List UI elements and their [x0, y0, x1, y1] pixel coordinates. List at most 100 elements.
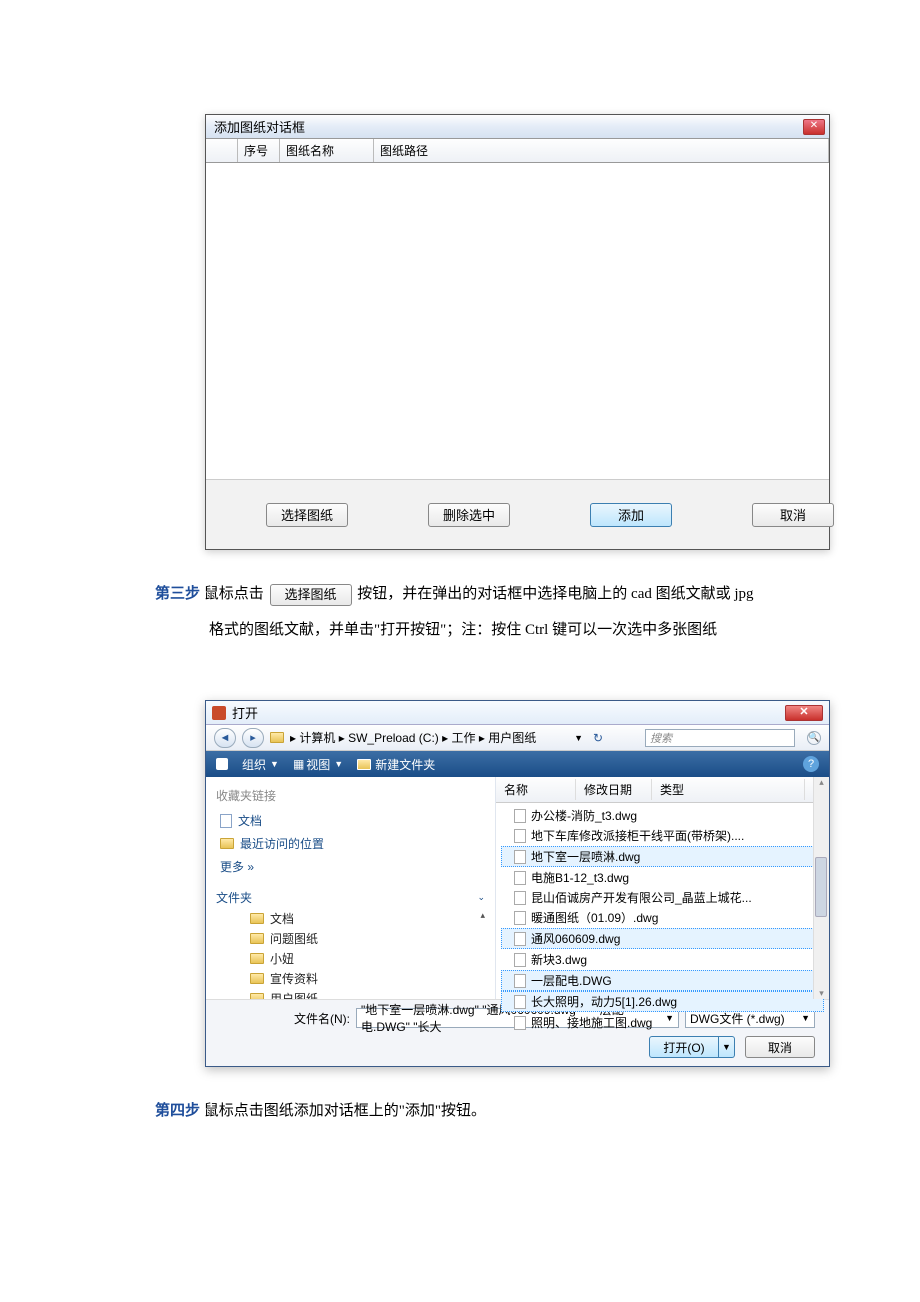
file-item[interactable]: 办公楼-消防_t3.dwg [502, 806, 823, 825]
file-list-pane: 名称 修改日期 类型 » 办公楼-消防_t3.dwg地下车库修改派接柜干线平面(… [496, 777, 829, 999]
open-button[interactable]: 打开(O) [649, 1036, 719, 1058]
inline-select-drawing-button[interactable]: 选择图纸 [270, 584, 352, 606]
file-icon [514, 953, 526, 967]
chevron-down-icon[interactable]: ▼ [574, 733, 583, 743]
chevron-down-icon[interactable]: ⌄ [477, 892, 485, 903]
favorite-link[interactable]: 最近访问的位置 [220, 835, 485, 852]
cancel-button[interactable]: 取消 [745, 1036, 815, 1058]
file-dialog-body: 收藏夹链接 文档 最近访问的位置 更多 » 文件夹⌄ ▴ 文档问题图纸小妞宣传资… [206, 777, 829, 999]
search-input[interactable]: 搜索 [645, 729, 795, 747]
vertical-scrollbar[interactable]: ▴ ▾ [813, 777, 829, 999]
favorite-link[interactable]: 文档 [220, 812, 485, 829]
file-open-dialog: 打开 ✕ ◄ ▸ ▸ 计算机 ▸ SW_Preload (C:) ▸ 工作 ▸ … [205, 700, 830, 1067]
drawing-list-area [206, 163, 829, 479]
column-header-row: 序号 图纸名称 图纸路径 [206, 139, 829, 163]
dialog-button-row: 选择图纸 删除选中 添加 取消 [206, 479, 829, 549]
folder-icon [250, 953, 264, 964]
file-item[interactable]: 电施B1-12_t3.dwg [502, 868, 823, 887]
file-icon [514, 911, 526, 925]
file-item[interactable]: 照明、接地施工图.dwg [502, 1013, 823, 1032]
folder-icon [250, 933, 264, 944]
file-icon [514, 829, 526, 843]
file-item[interactable]: 地下车库修改派接柜干线平面(带桥架).... [502, 826, 823, 845]
step-3-label: 第三步 [155, 586, 200, 602]
folder-tree-item[interactable]: 宣传资料 [250, 970, 485, 987]
folder-icon [220, 838, 234, 849]
file-icon [514, 974, 526, 988]
folder-tree-item[interactable]: 文档 [250, 910, 485, 927]
folder-tree-item[interactable]: 小妞 [250, 950, 485, 967]
select-drawing-button[interactable]: 选择图纸 [266, 503, 348, 527]
close-icon[interactable]: ✕ [803, 119, 825, 135]
file-column-headers: 名称 修改日期 类型 » [496, 777, 829, 803]
add-drawing-dialog: 添加图纸对话框 ✕ 序号 图纸名称 图纸路径 选择图纸 删除选中 添加 取消 [205, 114, 830, 550]
file-item[interactable]: 地下室一层喷淋.dwg [501, 846, 824, 867]
organize-icon [216, 758, 228, 770]
col-seq[interactable]: 序号 [238, 139, 280, 162]
dialog-title: 添加图纸对话框 [214, 117, 305, 136]
view-button[interactable]: ▦ 视图 ▼ [293, 756, 343, 773]
col-path[interactable]: 图纸路径 [374, 139, 829, 162]
folder-tree-item[interactable]: 用户图纸 [250, 990, 485, 999]
file-icon [514, 809, 526, 823]
app-icon [212, 706, 226, 720]
search-icon[interactable]: 🔍 [807, 731, 821, 745]
scroll-down-icon[interactable]: ▾ [814, 988, 829, 999]
folder-icon [270, 732, 284, 743]
col-name[interactable]: 名称 [496, 779, 576, 800]
file-icon [514, 850, 526, 864]
nav-back-button[interactable]: ◄ [214, 728, 236, 748]
step-3-paragraph: 第三步 鼠标点击 选择图纸 按钮，并在弹出的对话框中选择电脑上的 cad 图纸文… [155, 576, 830, 648]
step-3-text-3: 格式的图纸文献，并单击"打开按钮"；注：按住 Ctrl 键可以一次选中多张图纸 [209, 622, 717, 638]
file-dialog-toolbar: 组织 ▼ ▦ 视图 ▼ 新建文件夹 ? [206, 751, 829, 777]
dialog-titlebar: 添加图纸对话框 ✕ [206, 115, 829, 139]
more-link[interactable]: 更多 » [220, 858, 485, 875]
step-4-paragraph: 第四步 鼠标点击图纸添加对话框上的"添加"按钮。 [155, 1093, 830, 1129]
file-item[interactable]: 新块3.dwg [502, 950, 823, 969]
close-icon[interactable]: ✕ [785, 705, 823, 721]
cancel-button[interactable]: 取消 [752, 503, 834, 527]
file-icon [514, 891, 526, 905]
file-item[interactable]: 一层配电.DWG [501, 970, 824, 991]
filename-label: 文件名(N): [294, 1010, 350, 1027]
document-icon [220, 814, 232, 828]
step-4-label: 第四步 [155, 1103, 200, 1119]
new-folder-button[interactable]: 新建文件夹 [357, 756, 435, 773]
file-icon [514, 871, 526, 885]
file-item[interactable]: 暖通图纸（01.09）.dwg [502, 908, 823, 927]
file-icon [514, 1016, 526, 1030]
scroll-thumb[interactable] [815, 857, 827, 917]
file-icon [514, 932, 526, 946]
add-button[interactable]: 添加 [590, 503, 672, 527]
scroll-up-icon[interactable]: ▴ [814, 777, 829, 788]
folder-tree-item[interactable]: 问题图纸 [250, 930, 485, 947]
scroll-up-icon[interactable]: ▴ [480, 910, 485, 921]
file-dialog-title: 打开 [232, 703, 258, 722]
folder-icon [250, 973, 264, 984]
step-3-text-1: 鼠标点击 [204, 586, 264, 602]
col-blank[interactable] [206, 139, 238, 162]
favorites-header: 收藏夹链接 [216, 787, 485, 804]
step-4-text: 鼠标点击图纸添加对话框上的"添加"按钮。 [204, 1103, 486, 1119]
open-split-button[interactable]: ▼ [719, 1036, 735, 1058]
breadcrumb[interactable]: ▸ 计算机 ▸ SW_Preload (C:) ▸ 工作 ▸ 用户图纸 [290, 729, 536, 746]
folder-icon [250, 913, 264, 924]
folder-icon [250, 993, 264, 999]
file-item[interactable]: 长大照明，动力5[1].26.dwg [501, 991, 824, 1012]
delete-selected-button[interactable]: 删除选中 [428, 503, 510, 527]
step-3-text-2: 按钮，并在弹出的对话框中选择电脑上的 cad 图纸文献或 jpg [357, 586, 753, 602]
file-dialog-titlebar: 打开 ✕ [206, 701, 829, 725]
nav-forward-button[interactable]: ▸ [242, 728, 264, 748]
col-name[interactable]: 图纸名称 [280, 139, 374, 162]
file-item[interactable]: 昆山佰诚房产开发有限公司_晶蓝上城花... [502, 888, 823, 907]
file-icon [514, 995, 526, 1009]
col-type[interactable]: 类型 [652, 779, 805, 800]
file-item[interactable]: 通风060609.dwg [501, 928, 824, 949]
breadcrumb-bar: ◄ ▸ ▸ 计算机 ▸ SW_Preload (C:) ▸ 工作 ▸ 用户图纸 … [206, 725, 829, 751]
refresh-icon[interactable]: ↻ [589, 731, 607, 745]
organize-button[interactable]: 组织 ▼ [242, 756, 279, 773]
col-date[interactable]: 修改日期 [576, 779, 652, 800]
folders-header[interactable]: 文件夹⌄ [216, 889, 485, 906]
navigation-pane: 收藏夹链接 文档 最近访问的位置 更多 » 文件夹⌄ ▴ 文档问题图纸小妞宣传资… [206, 777, 496, 999]
help-icon[interactable]: ? [803, 756, 819, 772]
